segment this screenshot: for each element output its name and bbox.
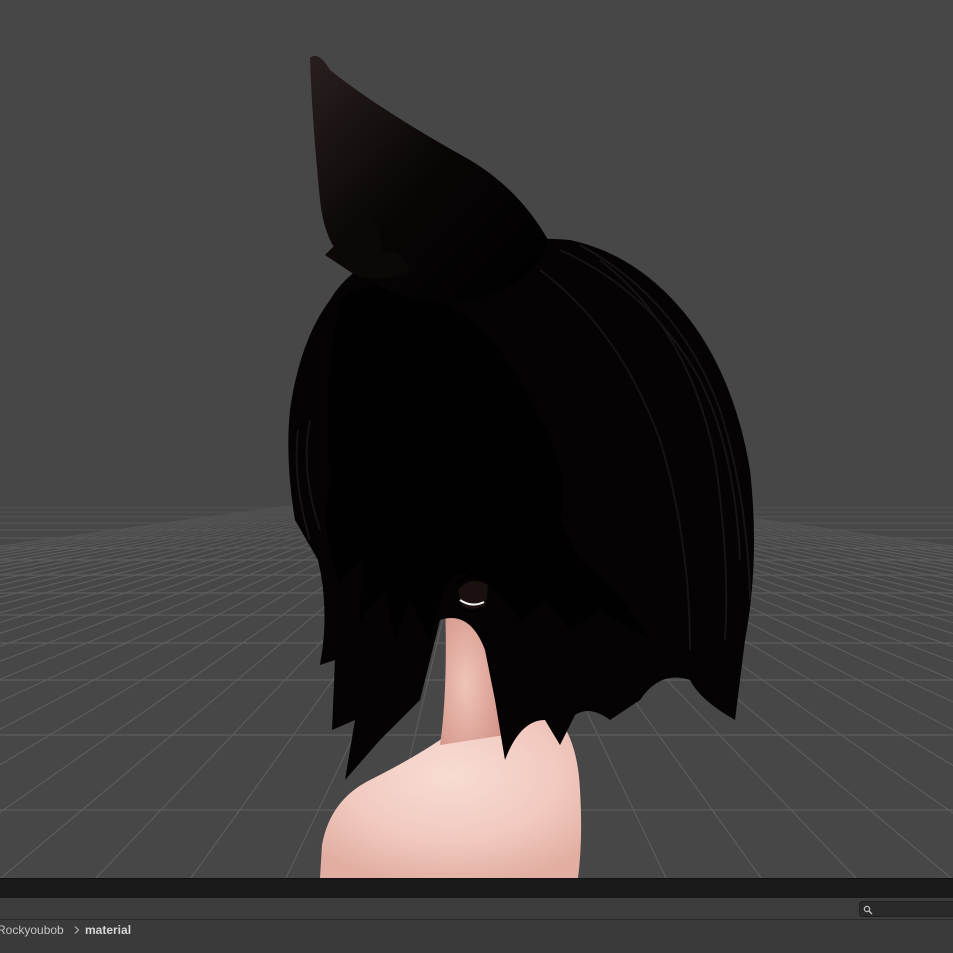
search-icon [863,905,873,915]
breadcrumb: Rockyoubob material [0,920,953,940]
project-search-input[interactable] [859,901,953,917]
breadcrumb-item-root[interactable]: Rockyoubob [0,920,64,940]
chevron-right-icon [74,926,80,934]
scene-view-viewport[interactable] [0,0,953,878]
breadcrumb-item-current[interactable]: material [85,920,131,940]
panel-divider[interactable] [0,878,953,898]
project-content-area[interactable] [0,940,953,953]
project-toolbar [0,898,953,920]
scene-canvas[interactable] [0,0,953,878]
